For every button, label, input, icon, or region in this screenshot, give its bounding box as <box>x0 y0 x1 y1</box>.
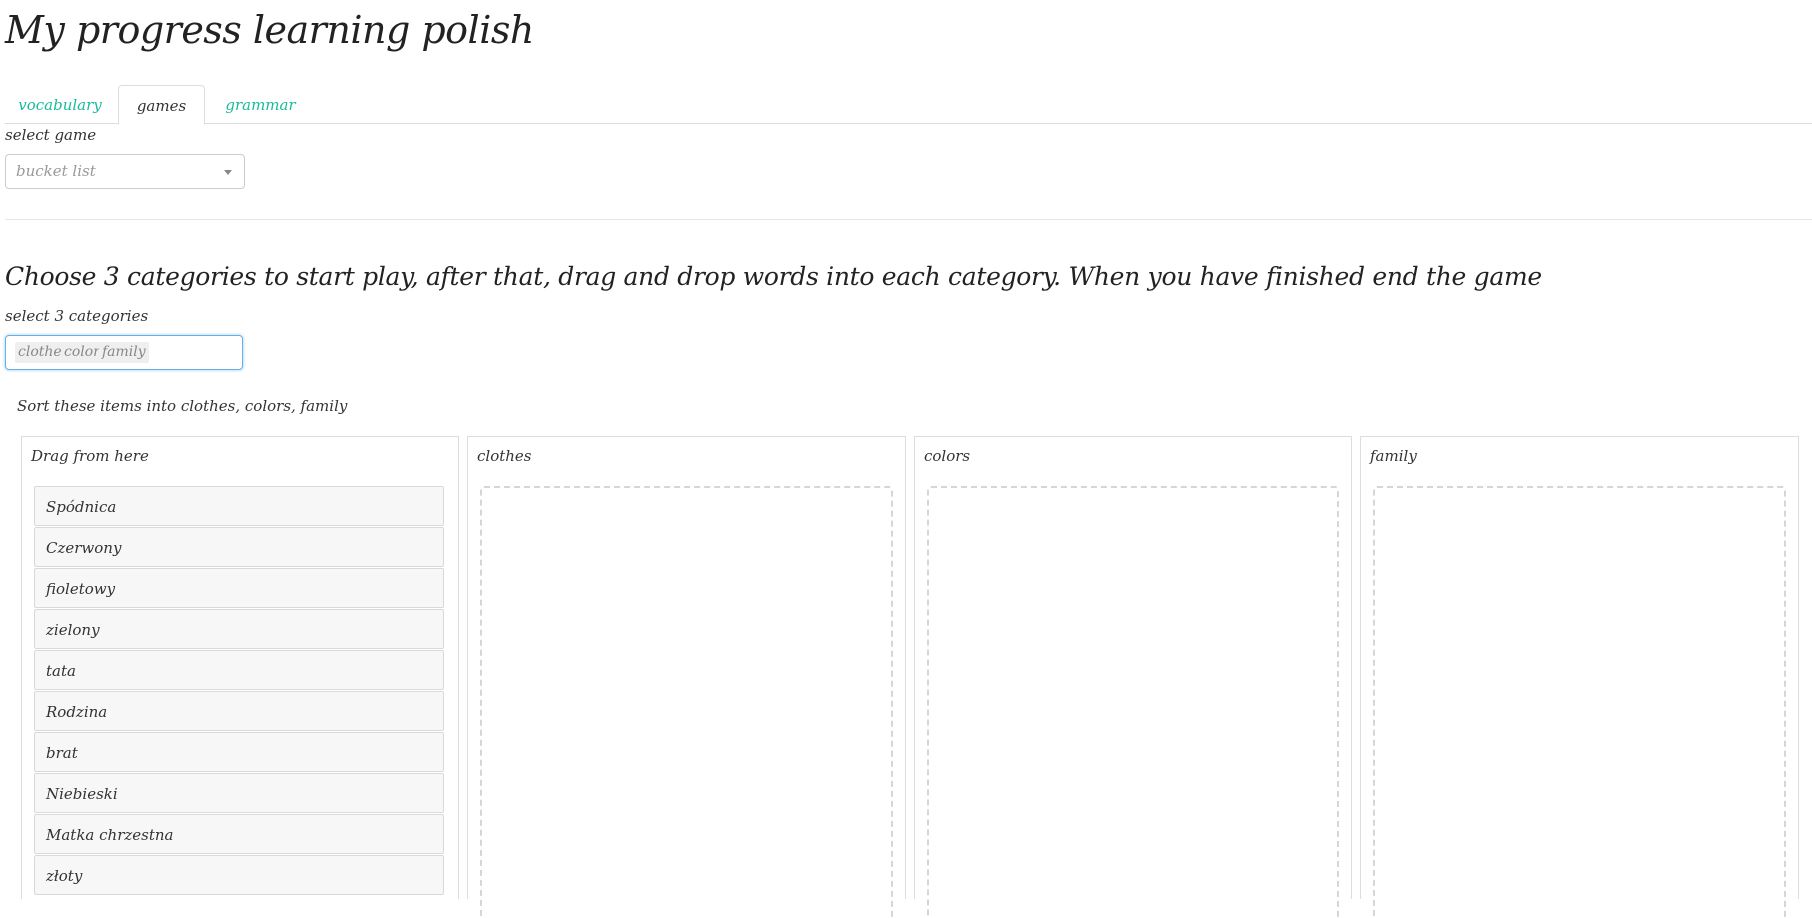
dropzone-colors[interactable] <box>927 486 1339 918</box>
draggable-word[interactable]: Czerwony <box>34 527 444 567</box>
source-panel: Drag from here Spódnica Czerwony fioleto… <box>21 436 459 899</box>
draggable-word[interactable]: zielony <box>34 609 444 649</box>
tab-grammar[interactable]: grammar <box>208 85 313 123</box>
page-title: My progress learning polish <box>5 8 534 52</box>
bucket-title-clothes: clothes <box>477 447 532 465</box>
instructions-text: Choose 3 categories to start play, after… <box>5 262 1542 291</box>
bucket-panel-clothes: clothes <box>467 436 906 918</box>
draggable-word[interactable]: Niebieski <box>34 773 444 813</box>
category-chip-family[interactable]: family <box>99 342 149 363</box>
select-categories-label: select 3 categories <box>5 307 149 325</box>
draggable-word[interactable]: tata <box>34 650 444 690</box>
bucket-title-colors: colors <box>924 447 971 465</box>
sort-prompt: Sort these items into clothes, colors, f… <box>17 397 348 415</box>
source-panel-title: Drag from here <box>31 447 149 465</box>
draggable-word[interactable]: Spódnica <box>34 486 444 526</box>
bucket-panel-colors: colors <box>914 436 1352 918</box>
bucket-title-family: family <box>1370 447 1417 465</box>
select-game-label: select game <box>5 126 97 144</box>
bucket-panel-family: family <box>1360 436 1799 918</box>
chevron-down-icon <box>224 170 232 175</box>
categories-multiselect[interactable]: clothes colors family <box>5 335 243 370</box>
draggable-word[interactable]: Matka chrzestna <box>34 814 444 854</box>
select-game-dropdown[interactable]: bucket list <box>5 154 245 189</box>
draggable-word[interactable]: złoty <box>34 855 444 895</box>
dropzone-clothes[interactable] <box>480 486 893 918</box>
tab-games[interactable]: games <box>118 85 205 125</box>
select-game-value: bucket list <box>16 162 96 180</box>
tab-bar: vocabulary games grammar <box>5 85 1812 125</box>
tab-vocabulary[interactable]: vocabulary <box>5 85 115 123</box>
divider <box>5 219 1812 220</box>
dropzone-family[interactable] <box>1373 486 1786 918</box>
draggable-word[interactable]: brat <box>34 732 444 772</box>
draggable-word[interactable]: Rodzina <box>34 691 444 731</box>
draggable-word[interactable]: fioletowy <box>34 568 444 608</box>
